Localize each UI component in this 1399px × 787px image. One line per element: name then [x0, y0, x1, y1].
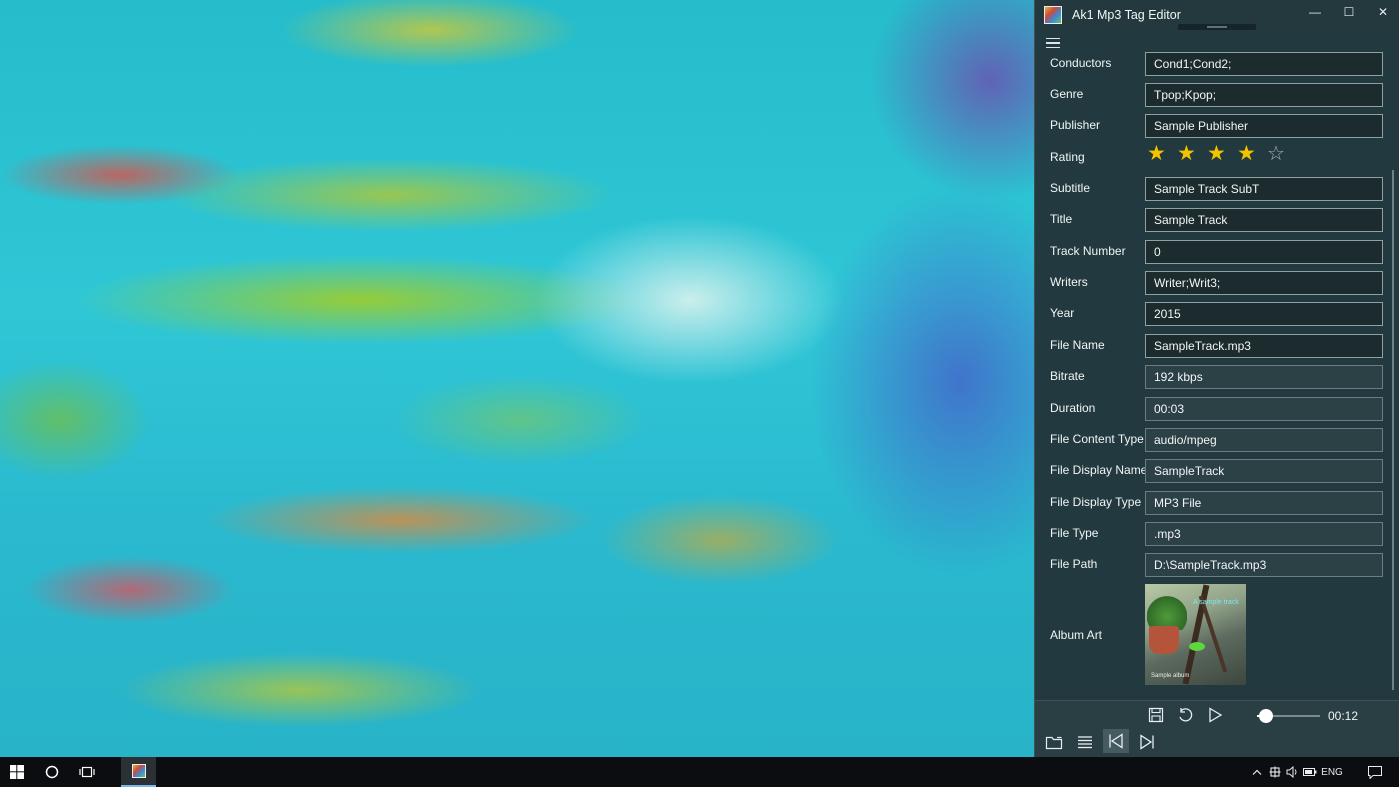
rating-label: Rating	[1050, 150, 1085, 164]
close-button[interactable]: ✕	[1366, 0, 1399, 24]
subtitle-label: Subtitle	[1050, 181, 1091, 195]
taskbar: ENG	[0, 757, 1399, 787]
writers-input[interactable]: Writer;Writ3;	[1145, 271, 1383, 295]
file-path-value: D:\SampleTrack.mp3	[1145, 553, 1383, 577]
row-file-content-type: File Content Type audio/mpeg	[1035, 424, 1399, 455]
conductors-label: Conductors	[1050, 56, 1112, 70]
conductors-input[interactable]: Cond1;Cond2;	[1145, 52, 1383, 76]
row-rating: Rating ★ ★ ★ ★ ☆	[1035, 142, 1399, 173]
genre-input[interactable]: Tpop;Kpop;	[1145, 83, 1383, 107]
taskbar-app-ak1-mp3-tag-editor[interactable]	[121, 757, 156, 787]
network-icon[interactable]	[1267, 757, 1283, 787]
year-label: Year	[1050, 306, 1075, 320]
current-time: 00:12	[1328, 709, 1359, 723]
app-window: Ak1 Mp3 Tag Editor — ☐ ✕ Conductors Cond…	[1034, 0, 1399, 757]
battery-icon[interactable]	[1302, 757, 1318, 787]
file-name-input[interactable]: SampleTrack.mp3	[1145, 334, 1383, 358]
maximize-button[interactable]: ☐	[1332, 0, 1366, 24]
title-input[interactable]: Sample Track	[1145, 208, 1383, 232]
file-content-type-value: audio/mpeg	[1145, 428, 1383, 452]
album-art-image[interactable]: A sample track Sample album	[1145, 584, 1246, 685]
play-icon[interactable]	[1202, 703, 1228, 727]
row-writers: Writers Writer;Writ3;	[1035, 267, 1399, 298]
writers-label: Writers	[1050, 275, 1088, 289]
previous-track-icon[interactable]	[1103, 729, 1129, 753]
file-display-type-value: MP3 File	[1145, 491, 1383, 515]
seek-slider-thumb[interactable]	[1259, 709, 1274, 723]
row-file-type: File Type .mp3	[1035, 518, 1399, 549]
bitrate-label: Bitrate	[1050, 369, 1085, 383]
drag-handle[interactable]	[1178, 24, 1256, 30]
input-language-indicator[interactable]: ENG	[1320, 757, 1344, 787]
duration-value: 00:03	[1145, 397, 1383, 421]
command-bar	[1035, 728, 1399, 757]
file-type-label: File Type	[1050, 526, 1099, 540]
action-center-icon[interactable]	[1365, 757, 1385, 787]
windows-start-icon[interactable]	[0, 757, 34, 787]
row-track-number: Track Number 0	[1035, 236, 1399, 267]
undo-icon[interactable]	[1172, 703, 1198, 727]
row-bitrate: Bitrate 192 kbps	[1035, 361, 1399, 392]
folder-icon[interactable]	[1041, 730, 1067, 754]
row-genre: Genre Tpop;Kpop;	[1035, 79, 1399, 110]
genre-label: Genre	[1050, 87, 1084, 101]
row-title: Title Sample Track	[1035, 204, 1399, 235]
vertical-scrollbar[interactable]	[1392, 170, 1394, 690]
list-icon[interactable]	[1072, 730, 1098, 754]
star-filled-icon[interactable]: ★	[1177, 143, 1207, 165]
album-art-label: Album Art	[1050, 628, 1103, 642]
cortana-search-icon[interactable]	[35, 757, 69, 787]
track-number-label: Track Number	[1050, 244, 1126, 258]
title-label: Title	[1050, 212, 1073, 226]
year-input[interactable]: 2015	[1145, 302, 1383, 326]
file-name-label: File Name	[1050, 338, 1105, 352]
album-art-caption-bottom: Sample album	[1151, 673, 1190, 679]
window-title: Ak1 Mp3 Tag Editor	[1072, 8, 1181, 22]
row-duration: Duration 00:03	[1035, 393, 1399, 424]
hamburger-menu-icon[interactable]	[1046, 38, 1060, 48]
star-filled-icon[interactable]: ★	[1237, 143, 1267, 165]
row-file-path: File Path D:\SampleTrack.mp3	[1035, 549, 1399, 580]
rating-stars[interactable]: ★ ★ ★ ★ ☆	[1147, 143, 1297, 166]
task-view-icon[interactable]	[70, 757, 104, 787]
subtitle-input[interactable]: Sample Track SubT	[1145, 177, 1383, 201]
app-logo-icon	[1044, 6, 1062, 24]
star-filled-icon[interactable]: ★	[1207, 143, 1237, 165]
file-path-label: File Path	[1050, 557, 1098, 571]
row-file-name: File Name SampleTrack.mp3	[1035, 330, 1399, 361]
row-subtitle: Subtitle Sample Track SubT	[1035, 173, 1399, 204]
row-file-display-type: File Display Type MP3 File	[1035, 487, 1399, 518]
chevron-up-icon[interactable]	[1250, 757, 1264, 787]
row-album-art: Album Art A sample track Sample album	[1035, 580, 1399, 688]
save-icon[interactable]	[1143, 703, 1169, 727]
file-display-type-label: File Display Type	[1050, 495, 1142, 509]
title-bar[interactable]: Ak1 Mp3 Tag Editor — ☐ ✕	[1035, 0, 1399, 31]
row-file-display-name: File Display Name SampleTrack	[1035, 455, 1399, 486]
row-conductors: Conductors Cond1;Cond2;	[1035, 48, 1399, 79]
bitrate-value: 192 kbps	[1145, 365, 1383, 389]
minimize-button[interactable]: —	[1298, 0, 1332, 24]
track-number-input[interactable]: 0	[1145, 240, 1383, 264]
file-display-name-label: File Display Name	[1050, 463, 1148, 477]
star-filled-icon[interactable]: ★	[1147, 143, 1177, 165]
file-display-name-value: SampleTrack	[1145, 459, 1383, 483]
star-empty-icon[interactable]: ☆	[1267, 143, 1297, 165]
volume-icon[interactable]	[1284, 757, 1300, 787]
publisher-input[interactable]: Sample Publisher	[1145, 114, 1383, 138]
row-year: Year 2015	[1035, 298, 1399, 329]
row-publisher: Publisher Sample Publisher	[1035, 110, 1399, 141]
player-bar: 00:12	[1035, 700, 1399, 728]
file-content-type-label: File Content Type	[1050, 432, 1144, 446]
app-taskbar-icon	[131, 764, 146, 778]
file-type-value: .mp3	[1145, 522, 1383, 546]
duration-label: Duration	[1050, 401, 1096, 415]
publisher-label: Publisher	[1050, 118, 1101, 132]
album-art-caption-top: A sample track	[1193, 599, 1239, 606]
next-track-icon[interactable]	[1134, 730, 1160, 754]
